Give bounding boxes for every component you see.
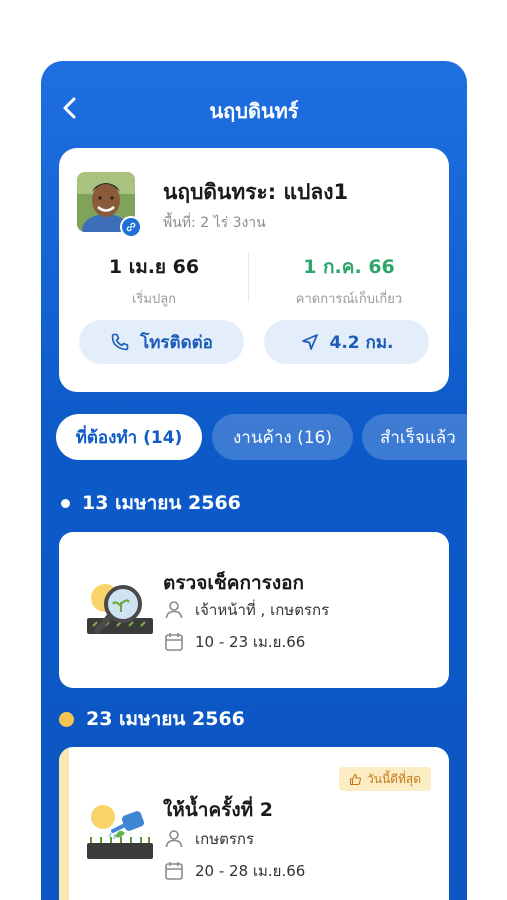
date-group-heading: 13 เมษายน 2566 bbox=[59, 488, 241, 518]
phone-icon bbox=[111, 333, 129, 351]
distance-label: 4.2 กม. bbox=[329, 332, 394, 353]
tab-todo[interactable]: ที่ต้องทำ (14) bbox=[56, 414, 202, 460]
task-assignee-row: เจ้าหน้าที่ , เกษตรกร bbox=[163, 598, 329, 622]
person-icon bbox=[165, 601, 183, 619]
task-assignee: เกษตรกร bbox=[195, 830, 255, 848]
task-date-range: 20 - 28 เม.ย.66 bbox=[195, 862, 306, 880]
link-badge[interactable] bbox=[120, 216, 142, 238]
task-title: ตรวจเช็คการงอก bbox=[163, 572, 305, 594]
planting-date-value: 1 เม.ย 66 bbox=[108, 256, 200, 278]
harvest-date-value: 1 ก.ค. 66 bbox=[303, 256, 395, 278]
navigate-button[interactable]: 4.2 กม. bbox=[264, 320, 429, 364]
harvest-date-label: คาดการณ์เก็บเกี่ยว bbox=[295, 292, 403, 307]
task-date-row: 20 - 28 เม.ย.66 bbox=[163, 859, 305, 883]
stat-divider bbox=[248, 252, 249, 302]
tab-pending[interactable]: งานค้าง (16) bbox=[212, 414, 353, 460]
harvest-date-stat: 1 ก.ค. 66 คาดการณ์เก็บเกี่ยว bbox=[254, 252, 444, 309]
watering-illustration bbox=[85, 799, 155, 867]
header: นฤบดินทร์ bbox=[41, 61, 467, 151]
calendar-icon bbox=[165, 633, 183, 651]
avatar-wrapper bbox=[77, 172, 142, 238]
link-icon bbox=[126, 222, 136, 232]
page-title: นฤบดินทร์ bbox=[209, 99, 299, 123]
date-group-label: 13 เมษายน 2566 bbox=[82, 492, 241, 514]
app-screen: นฤบดินทร์ นฤบดินทระ: แปลง1 พื้นที่: 2 ไร… bbox=[41, 61, 467, 900]
date-group-heading: 23 เมษายน 2566 bbox=[59, 704, 245, 734]
best-day-label: วันนี้ดีที่สุด bbox=[367, 771, 421, 786]
date-dot bbox=[59, 711, 74, 727]
plot-name: นฤบดินทระ: แปลง1 bbox=[163, 180, 349, 204]
planting-date-label: เริ่มปลูก bbox=[131, 292, 177, 307]
person-icon bbox=[165, 830, 183, 848]
task-assignee: เจ้าหน้าที่ , เกษตรกร bbox=[195, 601, 330, 619]
call-button-label: โทรติดต่อ bbox=[140, 332, 213, 353]
call-button[interactable]: โทรติดต่อ bbox=[79, 320, 244, 364]
task-title: ให้น้ำครั้งที่ 2 bbox=[163, 799, 274, 821]
best-day-badge: วันนี้ดีที่สุด bbox=[339, 767, 431, 791]
task-date-range: 10 - 23 เม.ย.66 bbox=[195, 633, 306, 651]
task-card[interactable]: ตรวจเช็คการงอก เจ้าหน้าที่ , เกษตรกร 10 … bbox=[59, 532, 449, 688]
germination-check-illustration bbox=[85, 576, 155, 644]
thumbs-up-icon bbox=[349, 773, 362, 785]
date-dot bbox=[61, 498, 70, 508]
date-group-label: 23 เมษายน 2566 bbox=[86, 708, 245, 730]
task-card[interactable]: วันนี้ดีที่สุด ให้น้ำครั้งที่ 2 เกษตรกร bbox=[59, 747, 449, 900]
task-tabs: ที่ต้องทำ (14) งานค้าง (16) สำเร็จแล้ว bbox=[56, 414, 467, 460]
plot-area: พื้นที่: 2 ไร่ 3งาน bbox=[163, 215, 266, 231]
calendar-icon bbox=[165, 862, 183, 880]
navigation-icon bbox=[301, 334, 318, 350]
task-assignee-row: เกษตรกร bbox=[163, 827, 254, 851]
tab-completed[interactable]: สำเร็จแล้ว bbox=[362, 414, 467, 460]
planting-date-stat: 1 เม.ย 66 เริ่มปลูก bbox=[59, 252, 249, 309]
task-date-row: 10 - 23 เม.ย.66 bbox=[163, 630, 305, 654]
plot-profile-card: นฤบดินทระ: แปลง1 พื้นที่: 2 ไร่ 3งาน 1 เ… bbox=[59, 148, 449, 392]
